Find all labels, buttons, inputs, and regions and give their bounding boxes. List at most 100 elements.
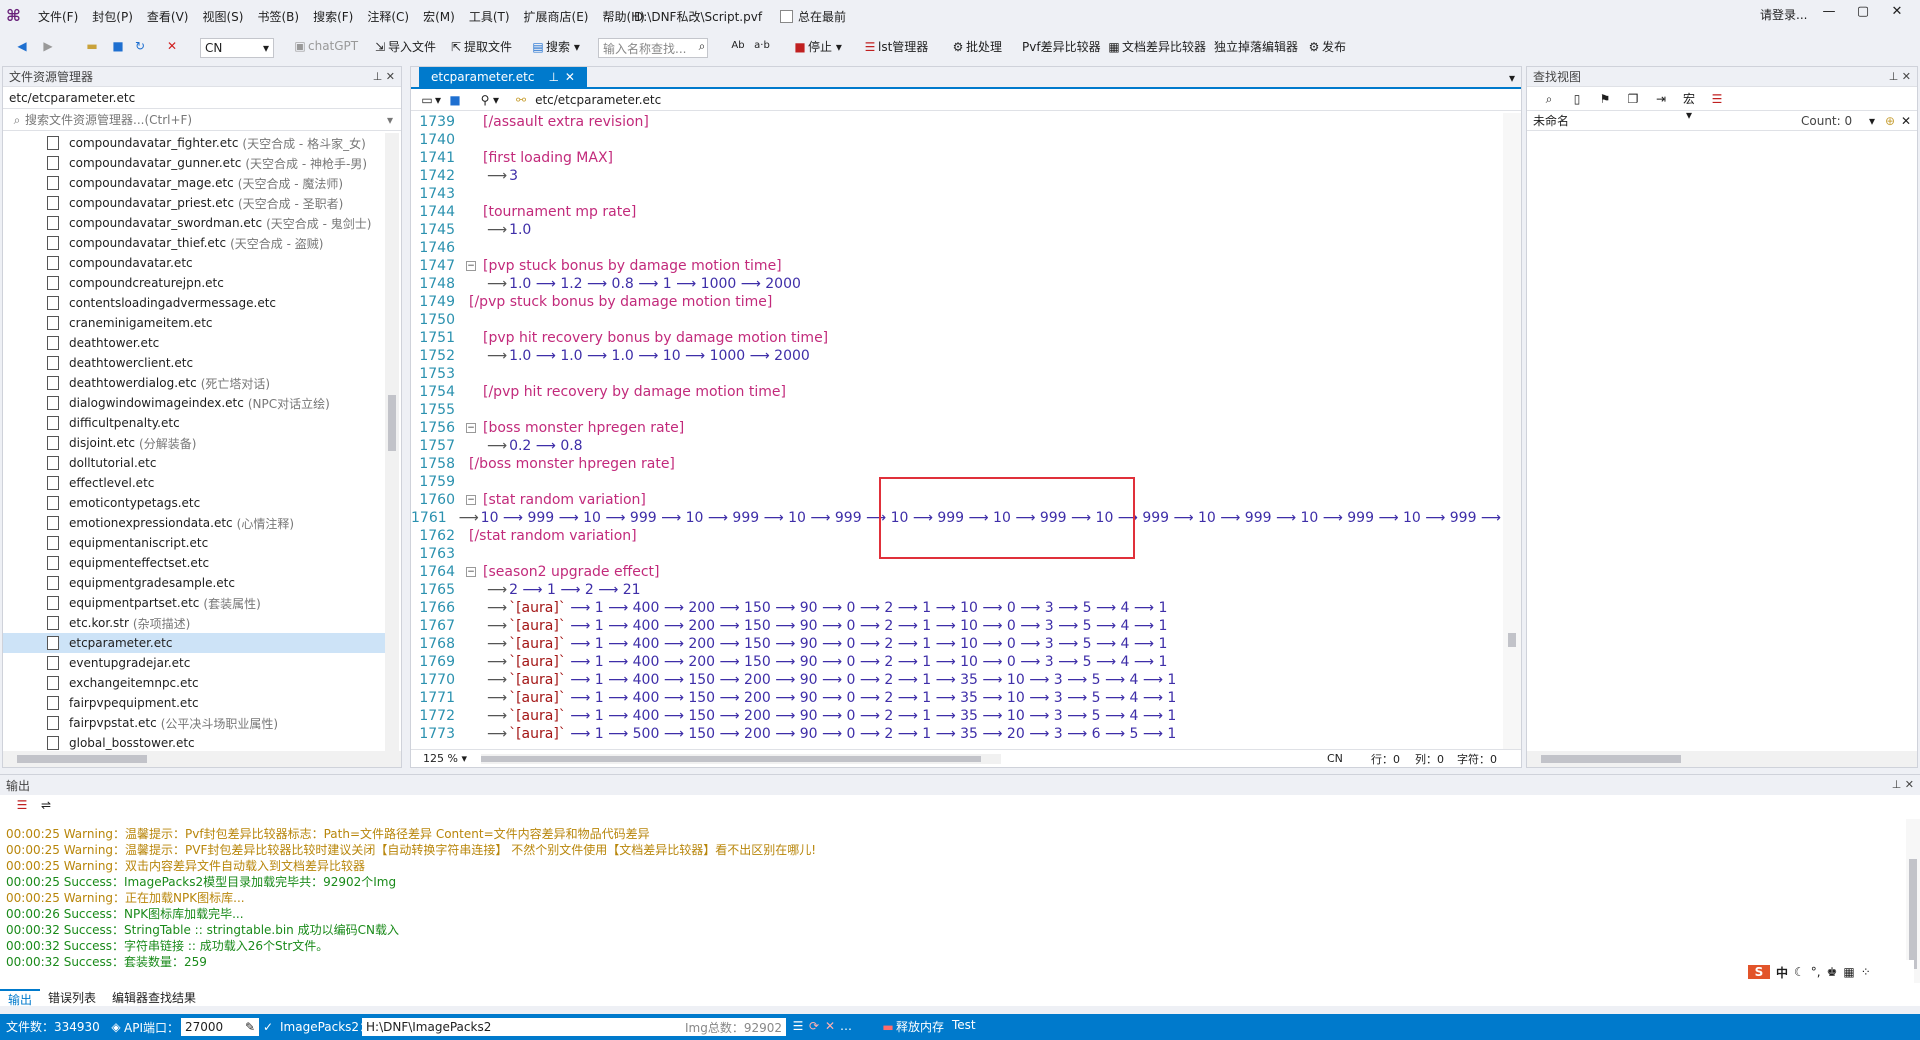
- editor-hscrollbar[interactable]: [480, 753, 1001, 764]
- tab-pin-icon[interactable]: ⊥: [548, 70, 558, 84]
- close-icon[interactable]: ✕: [1901, 114, 1911, 128]
- zoom-level[interactable]: 125 %: [423, 752, 458, 765]
- tab-list-dropdown-icon[interactable]: ▾: [1509, 71, 1515, 85]
- explorer-path[interactable]: etc/etcparameter.etc: [3, 87, 401, 109]
- tree-item[interactable]: deathtower.etc: [3, 333, 387, 353]
- output-tab[interactable]: 编辑器查找结果: [104, 989, 204, 1007]
- nav-forward-button[interactable]: ▶: [40, 38, 56, 54]
- whole-word-button[interactable]: a·b: [754, 38, 770, 54]
- menu-item[interactable]: 封包(P): [92, 8, 133, 25]
- search-dropdown-button[interactable]: ▤ 搜索 ▾: [530, 38, 580, 55]
- menu-item[interactable]: 注释(C): [367, 8, 409, 25]
- language-select[interactable]: CN ▾: [200, 38, 274, 58]
- tree-item[interactable]: fairpvpstat.etc (公平决斗场职业属性): [3, 713, 387, 733]
- tree-item[interactable]: compoundavatar.etc: [3, 253, 387, 273]
- list-icon[interactable]: ☰: [790, 1018, 806, 1034]
- skin-icon[interactable]: ♚: [1827, 965, 1838, 979]
- minimize-button[interactable]: —: [1812, 4, 1846, 19]
- tree-item[interactable]: compoundavatar_mage.etc (天空合成 - 魔法师): [3, 173, 387, 193]
- bookmark-icon[interactable]: ⚲: [477, 92, 493, 108]
- pin-close-icons[interactable]: ⊥ ✕: [373, 70, 395, 83]
- tree-item[interactable]: compoundavatar_swordman.etc (天空合成 - 鬼剑士): [3, 213, 387, 233]
- tree-item[interactable]: global_bosstower.etc: [3, 733, 387, 751]
- file-tree-hscrollbar[interactable]: [3, 751, 401, 767]
- refresh-button[interactable]: ↻: [132, 38, 148, 54]
- macro-icon[interactable]: 宏▾: [1681, 91, 1697, 122]
- tree-item[interactable]: effectlevel.etc: [3, 473, 387, 493]
- lst-manager-button[interactable]: ☰ lst管理器: [862, 38, 929, 55]
- pvf-diff-button[interactable]: Pvf差异比较器: [1022, 38, 1101, 55]
- save-button[interactable]: ■: [110, 38, 126, 54]
- tree-item[interactable]: emoticontypetags.etc: [3, 493, 387, 513]
- dropdown-arrow-icon[interactable]: ▾: [458, 752, 467, 765]
- free-memory-button[interactable]: ▬ 释放内存: [880, 1018, 944, 1035]
- fold-toggle-icon[interactable]: −: [466, 261, 476, 271]
- open-folder-button[interactable]: ▬: [84, 38, 100, 54]
- tree-item[interactable]: compoundavatar_fighter.etc (天空合成 - 格斗家_女): [3, 133, 387, 153]
- menu-item[interactable]: 搜索(F): [313, 8, 353, 25]
- tree-item[interactable]: dolltutorial.etc: [3, 453, 387, 473]
- menu-item[interactable]: 工具(T): [469, 8, 510, 25]
- fold-toggle-icon[interactable]: −: [466, 567, 476, 577]
- hscrollbar-thumb[interactable]: [1541, 755, 1681, 763]
- tree-item[interactable]: contentsloadingadvermessage.etc: [3, 293, 387, 313]
- tree-item[interactable]: exchangeitemnpc.etc: [3, 673, 387, 693]
- clear-list-icon[interactable]: ☰: [1709, 91, 1725, 107]
- tree-item[interactable]: eventupgradejar.etc: [3, 653, 387, 673]
- tree-item[interactable]: etc.kor.str (杂项描述): [3, 613, 387, 633]
- tree-item[interactable]: compoundavatar_thief.etc (天空合成 - 盗贼): [3, 233, 387, 253]
- view-icon[interactable]: ▭: [419, 92, 435, 108]
- publish-button[interactable]: ⚙ 发布: [1306, 38, 1346, 55]
- find-button[interactable]: ⌕: [694, 38, 710, 54]
- tree-item[interactable]: difficultpenalty.etc: [3, 413, 387, 433]
- tree-item[interactable]: deathtowerclient.etc: [3, 353, 387, 373]
- tree-item[interactable]: etcparameter.etc: [3, 633, 387, 653]
- more-icon[interactable]: …: [838, 1018, 854, 1034]
- drop-editor-button[interactable]: 独立掉落编辑器: [1214, 38, 1298, 55]
- tree-item[interactable]: equipmentgradesample.etc: [3, 573, 387, 593]
- tree-item[interactable]: compoundavatar_gunner.etc (天空合成 - 神枪手-男): [3, 153, 387, 173]
- expand-icon[interactable]: ⇥: [1653, 91, 1669, 107]
- ime-toolbar[interactable]: S 中 ☾ °, ♚ ▦ ⁘: [1744, 960, 1914, 984]
- nav-back-button[interactable]: ◀: [14, 38, 30, 54]
- tab-close-icon[interactable]: ✕: [565, 70, 575, 84]
- always-on-top-checkbox[interactable]: 总在最前: [780, 8, 846, 25]
- confirm-icon[interactable]: ✓: [263, 1020, 273, 1034]
- tree-item[interactable]: equipmentaniscript.etc: [3, 533, 387, 553]
- checkbox-icon[interactable]: [780, 10, 793, 23]
- hscrollbar-thumb[interactable]: [17, 755, 147, 763]
- tree-item[interactable]: craneminigameitem.etc: [3, 313, 387, 333]
- ime-language[interactable]: 中: [1776, 964, 1788, 981]
- scrollbar-thumb[interactable]: [388, 395, 396, 451]
- tree-item[interactable]: emotionexpressiondata.etc (心情注释): [3, 513, 387, 533]
- chatgpt-button[interactable]: ▣ chatGPT: [292, 38, 358, 54]
- tree-item[interactable]: compoundcreaturejpn.etc: [3, 273, 387, 293]
- doc-diff-button[interactable]: ▦ 文档差异比较器: [1106, 38, 1206, 55]
- find-view-hscrollbar[interactable]: [1527, 751, 1917, 767]
- punctuation-icon[interactable]: °,: [1811, 965, 1821, 979]
- grid-icon[interactable]: ⁘: [1861, 965, 1871, 979]
- close-button[interactable]: ✕: [1880, 4, 1914, 19]
- fold-toggle-icon[interactable]: −: [466, 495, 476, 505]
- scrollbar-thumb[interactable]: [1508, 633, 1516, 647]
- close-icon[interactable]: ✕: [822, 1018, 838, 1034]
- output-tab[interactable]: 输出: [0, 989, 41, 1007]
- tree-item[interactable]: equipmentpartset.etc (套装属性): [3, 593, 387, 613]
- clear-output-icon[interactable]: ☰: [14, 797, 30, 813]
- login-button[interactable]: 请登录...: [1760, 6, 1807, 23]
- extract-file-button[interactable]: ⇱ 提取文件: [448, 38, 512, 55]
- imagepacks-path-input[interactable]: H:\DNF\ImagePacks2 Img总数：92902: [362, 1018, 786, 1036]
- stop-button[interactable]: ■ 停止 ▾: [792, 38, 842, 55]
- cancel-button[interactable]: ✕: [164, 38, 180, 54]
- menu-item[interactable]: 视图(S): [202, 8, 243, 25]
- dropdown-arrow-icon[interactable]: ▾: [387, 113, 393, 127]
- menu-item[interactable]: 文件(F): [38, 8, 78, 25]
- tree-item[interactable]: deathtowerdialog.etc (死亡塔对话): [3, 373, 387, 393]
- batch-button[interactable]: ⚙ 批处理: [950, 38, 1002, 55]
- tree-item[interactable]: equipmenteffectset.etc: [3, 553, 387, 573]
- tree-item[interactable]: dialogwindowimageindex.etc (NPC对话立绘): [3, 393, 387, 413]
- fold-toggle-icon[interactable]: −: [466, 423, 476, 433]
- word-wrap-icon[interactable]: ⇌: [38, 797, 54, 813]
- menu-item[interactable]: 宏(M): [423, 8, 455, 25]
- filter-icon[interactable]: ⚑: [1597, 91, 1613, 107]
